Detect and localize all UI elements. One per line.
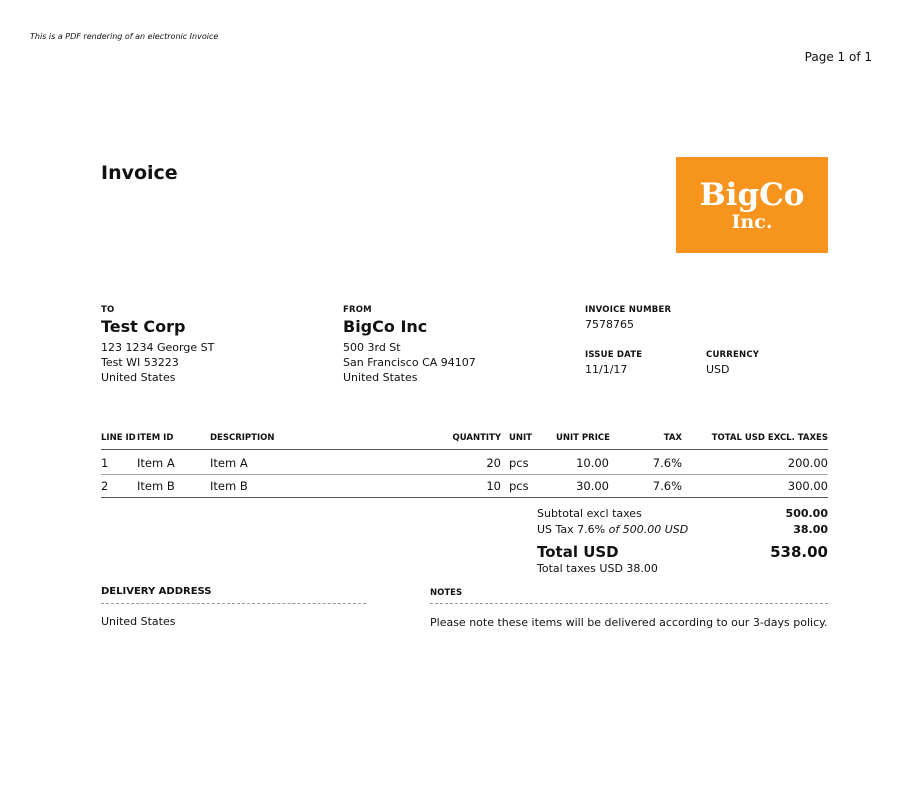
bigco-logo: BigCo Inc.: [676, 157, 828, 253]
tax-line: US Tax 7.6% of 500.00 USD: [537, 523, 688, 536]
pdf-rendering-note: This is a PDF rendering of an electronic…: [30, 32, 219, 41]
invoice-title: Invoice: [101, 162, 178, 184]
col-header-line-id: LINE ID: [101, 433, 136, 443]
to-address-line: Test WI 53223: [101, 356, 179, 369]
cell-unit: pcs: [509, 479, 529, 493]
issue-date: 11/1/17: [585, 363, 628, 376]
col-header-tax: TAX: [663, 433, 682, 443]
table-bottom-rule: [101, 497, 828, 498]
logo-line1: BigCo: [699, 176, 805, 213]
table-header-rule: [101, 449, 828, 450]
cell-quantity: 20: [486, 456, 501, 470]
currency: USD: [706, 363, 730, 376]
currency-label: CURRENCY: [706, 350, 760, 360]
total-label: Total USD: [537, 543, 619, 561]
invoice-number-label: INVOICE NUMBER: [585, 305, 672, 315]
col-header-unit: UNIT: [509, 433, 532, 443]
cell-description: Item A: [210, 456, 248, 470]
col-header-item-id: ITEM ID: [137, 433, 174, 443]
delivery-address-label: DELIVERY ADDRESS: [101, 586, 212, 597]
cell-tax: 7.6%: [652, 479, 682, 493]
subtotal-label: Subtotal excl taxes: [537, 507, 642, 520]
notes-divider: [430, 603, 828, 604]
to-address-line: 123 1234 George ST: [101, 341, 215, 354]
from-name: BigCo Inc: [343, 317, 428, 336]
from-address-line: San Francisco CA 94107: [343, 356, 476, 369]
subtotal-value: 500.00: [785, 507, 828, 520]
cell-tax: 7.6%: [652, 456, 682, 470]
cell-total: 300.00: [787, 479, 828, 493]
cell-description: Item B: [210, 479, 248, 493]
to-label: TO: [101, 305, 115, 315]
to-address: 123 1234 George ST Test WI 53223 United …: [101, 340, 214, 385]
delivery-divider: [101, 603, 366, 604]
logo-line2: Inc.: [731, 210, 773, 233]
cell-item-id: Item B: [137, 479, 175, 493]
issue-date-label: ISSUE DATE: [585, 350, 643, 360]
tax-value: 38.00: [793, 523, 828, 536]
notes-label: NOTES: [430, 588, 463, 598]
invoice-number: 7578765: [585, 318, 634, 331]
notes-value: Please note these items will be delivere…: [430, 616, 828, 629]
cell-unit-price: 10.00: [576, 456, 609, 470]
delivery-address-value: United States: [101, 615, 176, 628]
cell-line-id: 2: [101, 479, 109, 493]
col-header-unit-price: UNIT PRICE: [556, 433, 610, 443]
col-header-quantity: QUANTITY: [452, 433, 501, 443]
to-name: Test Corp: [101, 317, 186, 336]
total-taxes: Total taxes USD 38.00: [537, 562, 658, 575]
cell-item-id: Item A: [137, 456, 175, 470]
col-header-description: DESCRIPTION: [210, 433, 275, 443]
from-address-line: United States: [343, 371, 418, 384]
total-value: 538.00: [770, 543, 828, 561]
cell-quantity: 10: [486, 479, 501, 493]
tax-of: of 500.00 USD: [608, 523, 689, 536]
to-address-line: United States: [101, 371, 176, 384]
cell-line-id: 1: [101, 456, 109, 470]
tax-label: US Tax 7.6%: [537, 523, 606, 536]
cell-unit: pcs: [509, 456, 529, 470]
from-address-line: 500 3rd St: [343, 341, 401, 354]
page-number: Page 1 of 1: [804, 50, 872, 64]
cell-unit-price: 30.00: [576, 479, 609, 493]
row-divider: [101, 474, 828, 475]
col-header-total: TOTAL USD EXCL. TAXES: [711, 433, 828, 443]
from-address: 500 3rd St San Francisco CA 94107 United…: [343, 340, 476, 385]
cell-total: 200.00: [787, 456, 828, 470]
from-label: FROM: [343, 305, 372, 315]
